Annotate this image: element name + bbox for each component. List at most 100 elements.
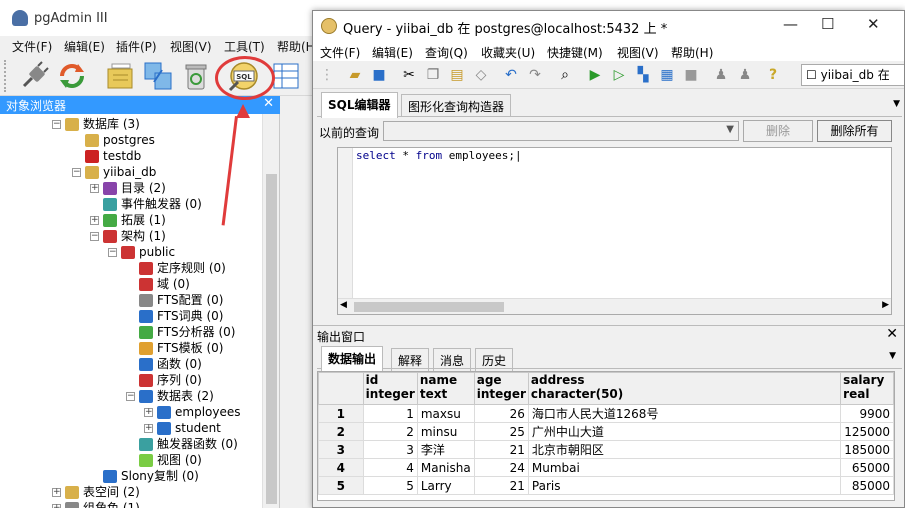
help-icon[interactable]: ? xyxy=(765,67,781,83)
cell-address[interactable]: 广州中山大道 xyxy=(527,422,842,441)
database-select[interactable]: ☐ yiibai_db 在 xyxy=(801,64,904,86)
tree-expander-icon[interactable]: + xyxy=(52,504,61,508)
tree-item[interactable]: − 数据表 (2) xyxy=(126,388,214,404)
column-header-address[interactable]: address character(50) xyxy=(527,372,842,405)
cell-id[interactable]: 2 xyxy=(362,422,418,441)
q-menu-query[interactable]: 查询(Q) xyxy=(425,44,468,61)
table-row[interactable]: 5 5 Larry 21 Paris 85000 xyxy=(318,476,894,495)
close-icon[interactable]: ✕ xyxy=(886,326,898,342)
sql-code[interactable]: select * from employees;| xyxy=(356,149,522,162)
tab-explain[interactable]: 解释 xyxy=(391,348,430,371)
menu-tools[interactable]: 工具(T) xyxy=(224,38,265,55)
tree-expander-icon[interactable]: − xyxy=(108,248,117,257)
create-object-icon[interactable] xyxy=(142,60,174,92)
explain-icon[interactable]: ▦ xyxy=(659,67,675,83)
tree-expander-icon[interactable]: + xyxy=(144,424,153,433)
tree-item[interactable]: 函数 (0) xyxy=(126,356,202,372)
cancel-query-icon[interactable]: ■ xyxy=(683,67,699,83)
cell-name[interactable]: maxsu xyxy=(416,404,475,423)
tree-item[interactable]: testdb xyxy=(72,148,141,164)
rollback-icon[interactable]: ♟ xyxy=(737,67,753,83)
tree-item[interactable]: − yiibai_db xyxy=(72,164,156,180)
cell-salary[interactable]: 9900 xyxy=(840,404,894,423)
tree-item[interactable]: 序列 (0) xyxy=(126,372,202,388)
tree-item[interactable]: postgres xyxy=(72,132,155,148)
cell-salary[interactable]: 185000 xyxy=(840,440,894,459)
tab-history[interactable]: 历史 xyxy=(475,348,514,371)
cell-address[interactable]: 海口市人民大道1268号 xyxy=(527,404,842,423)
refresh-icon[interactable] xyxy=(56,60,88,92)
minimize-icon[interactable]: — xyxy=(783,15,798,33)
tree-expander-icon[interactable]: − xyxy=(90,232,99,241)
tabs-dropdown-icon[interactable]: ▼ xyxy=(893,99,900,109)
properties-folder-icon[interactable] xyxy=(104,60,136,92)
tree-item[interactable]: 视图 (0) xyxy=(126,452,202,468)
undo-icon[interactable]: ↶ xyxy=(503,67,519,83)
cell-id[interactable]: 1 xyxy=(362,404,418,423)
tree-item[interactable]: 事件触发器 (0) xyxy=(90,196,202,212)
tree-expander-icon[interactable]: + xyxy=(144,408,153,417)
cell-age[interactable]: 26 xyxy=(473,404,529,423)
tree-expander-icon[interactable]: − xyxy=(52,120,61,129)
close-icon[interactable]: ✕ xyxy=(263,96,274,111)
execute-pgscript-icon[interactable]: ▷ xyxy=(611,67,627,83)
column-header-age[interactable]: age integer xyxy=(473,372,529,405)
scroll-right-icon[interactable]: ▶ xyxy=(882,300,889,310)
cell-address[interactable]: Mumbai xyxy=(527,458,842,477)
open-file-icon[interactable]: ▰ xyxy=(347,67,363,83)
q-menu-file[interactable]: 文件(F) xyxy=(320,44,360,61)
table-row[interactable]: 4 4 Manisha 24 Mumbai 65000 xyxy=(318,458,894,477)
q-menu-edit[interactable]: 编辑(E) xyxy=(372,44,413,61)
tree-item[interactable]: − 架构 (1) xyxy=(90,228,166,244)
q-menu-favourites[interactable]: 收藏夹(U) xyxy=(481,44,535,61)
execute-icon[interactable]: ▶ xyxy=(587,67,603,83)
copy-icon[interactable]: ❐ xyxy=(425,67,441,83)
scrollbar-thumb[interactable] xyxy=(266,174,277,504)
tree-item[interactable]: 域 (0) xyxy=(126,276,190,292)
column-header-name[interactable]: name text xyxy=(416,372,475,405)
cell-age[interactable]: 21 xyxy=(473,440,529,459)
table-row[interactable]: 2 2 minsu 25 广州中山大道 125000 xyxy=(318,422,894,441)
tree-item[interactable]: 定序规则 (0) xyxy=(126,260,226,276)
tab-graphical-query-builder[interactable]: 图形化查询构造器 xyxy=(401,94,512,117)
cell-salary[interactable]: 85000 xyxy=(840,476,894,495)
grid-vertical-scrollbar[interactable] xyxy=(897,371,904,501)
tree-expander-icon[interactable]: + xyxy=(52,488,61,497)
cell-address[interactable]: 北京市朝阳区 xyxy=(527,440,842,459)
cell-n[interactable]: 2 xyxy=(318,422,364,441)
cell-salary[interactable]: 65000 xyxy=(840,458,894,477)
commit-icon[interactable]: ♟ xyxy=(713,67,729,83)
tree-item[interactable]: FTS分析器 (0) xyxy=(126,324,235,340)
menu-edit[interactable]: 编辑(E) xyxy=(64,38,105,55)
tree-expander-icon[interactable]: − xyxy=(126,392,135,401)
previous-queries-select[interactable]: ▼ xyxy=(383,121,739,141)
tree-item[interactable]: FTS模板 (0) xyxy=(126,340,223,356)
execute-to-file-icon[interactable]: ▚ xyxy=(635,67,651,83)
tab-messages[interactable]: 消息 xyxy=(433,348,472,371)
data-output-grid[interactable]: id integer name text age integer address cha… xyxy=(317,371,895,501)
tab-data-output[interactable]: 数据输出 xyxy=(321,346,384,372)
cell-n[interactable]: 3 xyxy=(318,440,364,459)
tree-expander-icon[interactable]: + xyxy=(90,216,99,225)
cell-name[interactable]: Manisha xyxy=(416,458,475,477)
menu-file[interactable]: 文件(F) xyxy=(12,38,52,55)
cell-name[interactable]: Larry xyxy=(416,476,475,495)
cell-name[interactable]: minsu xyxy=(416,422,475,441)
menu-view[interactable]: 视图(V) xyxy=(170,38,212,55)
cell-salary[interactable]: 125000 xyxy=(840,422,894,441)
q-menu-macros[interactable]: 快捷键(M) xyxy=(547,44,603,61)
table-row[interactable]: 1 1 maxsu 26 海口市人民大道1268号 9900 xyxy=(318,404,894,423)
delete-all-button[interactable]: 删除所有 xyxy=(817,120,892,142)
tree-item[interactable]: FTS词典 (0) xyxy=(126,308,223,324)
save-icon[interactable]: ■ xyxy=(371,67,387,83)
tree-item[interactable]: + 拓展 (1) xyxy=(90,212,166,228)
tree-item[interactable]: + 目录 (2) xyxy=(90,180,166,196)
tree-item[interactable]: Slony复制 (0) xyxy=(90,468,199,484)
cell-age[interactable]: 24 xyxy=(473,458,529,477)
tab-sql-editor[interactable]: SQL编辑器 xyxy=(321,92,398,118)
cell-address[interactable]: Paris xyxy=(527,476,842,495)
q-menu-view[interactable]: 视图(V) xyxy=(617,44,659,61)
cell-id[interactable]: 4 xyxy=(362,458,418,477)
cell-n[interactable]: 5 xyxy=(318,476,364,495)
cell-n[interactable]: 1 xyxy=(318,404,364,423)
